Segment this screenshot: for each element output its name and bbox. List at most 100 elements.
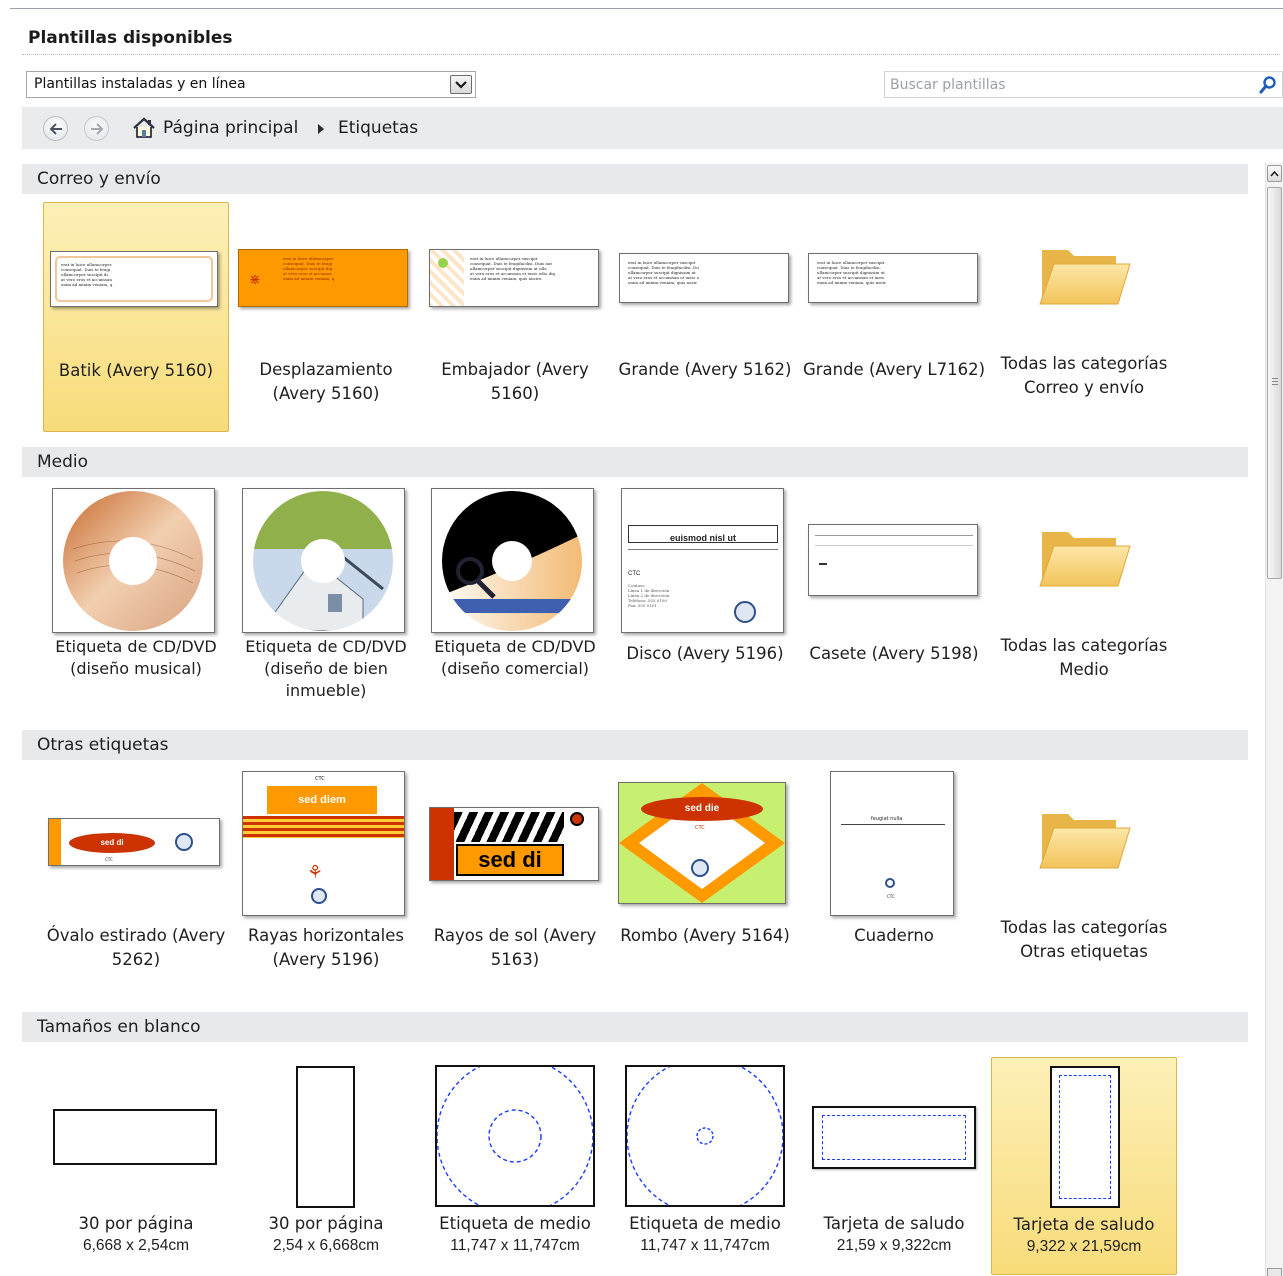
template-label: Todas las categorías Correo y envío [1000,354,1168,397]
label-thumbnail: erat in luice ullamcorper consequat. Dui… [50,251,218,307]
section-title: Tamaños en blanco [37,1017,201,1037]
template-tile[interactable]: 30 por página 6,668 x 2,54cm [43,1057,229,1275]
category-folder-tile[interactable]: Todas las categorías Otras etiquetas [991,768,1177,988]
search-placeholder: Buscar plantillas [890,77,1006,93]
template-size: 11,747 x 11,747cm [450,1237,580,1254]
home-icon[interactable] [132,117,156,143]
forward-arrow-icon[interactable] [84,116,109,141]
template-label: Todas las categorías Medio [1000,636,1168,679]
template-tile[interactable]: Tarjeta de saludo 9,322 x 21,59cm [991,1057,1177,1275]
template-label: Desplazamiento (Avery 5160) [259,360,393,403]
template-tile[interactable]: sed die CTC Rombo (Avery 5164) [612,768,798,988]
blank-thumbnail [296,1066,355,1208]
template-source-value: Plantillas instaladas y en línea [34,76,246,92]
vertical-scrollbar[interactable] [1265,163,1283,1276]
breadcrumb-current: Etiquetas [338,118,419,138]
search-icon[interactable] [1258,75,1278,99]
template-tile[interactable]: erat in luice ullamcorper suscipit conse… [612,202,798,432]
thumb-company: CTC [628,571,641,577]
template-label: Etiqueta de CD/DVD (diseño musical) [55,637,217,678]
scroll-down-button[interactable] [1267,1268,1282,1276]
cassette-thumbnail [808,524,978,596]
blank-thumbnail [625,1057,785,1215]
template-label: Casete (Avery 5198) [809,644,979,663]
blank-thumbnail [812,1106,976,1169]
label-thumbnail: sed die CTC [618,782,786,904]
category-folder-tile[interactable]: Todas las categorías Correo y envío [991,202,1177,432]
template-label: Etiqueta de medio [439,1214,591,1233]
template-label: Grande (Avery L7162) [802,360,986,379]
template-label: Tarjeta de saludo [823,1214,965,1233]
section-header-correo: Correo y envío [22,164,1248,194]
template-tile[interactable]: erat in luice ullamcorper suscipit conse… [422,202,608,432]
template-tile[interactable]: CTC sed diem ⚘ Rayas horizontales (Avery… [233,768,419,988]
section-title: Medio [37,452,89,472]
section-header-medio: Medio [22,447,1248,477]
blank-thumbnail [1050,1066,1120,1208]
template-source-select[interactable]: Plantillas instaladas y en línea [26,71,476,98]
label-thumbnail: ⋇ erat in luice ullamcorper consequat. D… [238,249,408,307]
template-tile[interactable]: sed di CTC Óvalo estirado (Avery 5262) [43,768,229,988]
breadcrumb-home[interactable]: Página principal [163,118,298,138]
template-tile[interactable]: 30 por página 2,54 x 6,668cm [233,1057,419,1275]
template-tile[interactable]: Tarjeta de saludo 21,59 x 9,322cm [801,1057,987,1275]
template-tile[interactable]: sed di Rayos de sol (Avery 5163) [422,768,608,988]
template-tile[interactable]: erat in luice ullamcorper suscipit conse… [801,202,987,432]
scroll-thumb[interactable] [1267,187,1282,579]
template-tile[interactable]: erat in luice ullamcorper consequat. Dui… [43,202,229,432]
cd-thumbnail [52,488,215,633]
template-label: Etiqueta de medio [629,1214,781,1233]
folder-icon [1038,242,1132,312]
page-title: Plantillas disponibles [28,28,233,48]
label-thumbnail: erat in luice ullamcorper suscipit conse… [619,253,789,303]
template-label: Disco (Avery 5196) [626,644,784,663]
thumb-heading: sed di [456,844,564,876]
template-label: 30 por página [268,1214,384,1233]
template-label: Embajador (Avery 5160) [441,360,589,403]
template-tile[interactable]: euismod nisl ut CTC Contoso Línea 1 de d… [612,486,798,706]
category-folder-tile[interactable]: Todas las categorías Medio [991,486,1177,706]
template-tile[interactable]: Etiqueta de medio 11,747 x 11,747cm [612,1057,798,1275]
disk-thumbnail: euismod nisl ut CTC Contoso Línea 1 de d… [621,488,784,633]
thumb-heading: sed die [641,797,763,821]
label-thumbnail: erat in luice ullamcorper suscipit conse… [808,253,978,303]
breadcrumb-separator [318,124,324,134]
label-thumbnail: sed di [429,807,599,881]
section-title: Correo y envío [37,169,161,189]
template-tile[interactable]: Etiqueta de CD/DVD (diseño comercial) [422,486,608,706]
label-thumbnail: feugiat nulla CTC [830,771,954,916]
template-label: Tarjeta de saludo [1013,1215,1155,1234]
thumb-heading: sed diem [267,786,377,814]
template-label: Cuaderno [854,926,934,945]
folder-icon [1038,806,1132,876]
label-thumbnail: sed di CTC [48,818,220,866]
scroll-up-button[interactable] [1267,165,1282,182]
blank-thumbnail [53,1109,217,1165]
template-label: Rombo (Avery 5164) [620,926,790,945]
template-tile[interactable]: Etiqueta de CD/DVD (diseño de bien inmue… [233,486,419,706]
template-size: 21,59 x 9,322cm [836,1237,952,1254]
template-tile[interactable]: Etiqueta de CD/DVD (diseño musical) [43,486,229,706]
section-header-otras: Otras etiquetas [22,730,1248,760]
thumb-heading: sed di [69,833,155,853]
template-label: Etiqueta de CD/DVD (diseño comercial) [434,637,596,678]
template-tile[interactable]: Casete (Avery 5198) [801,486,987,706]
template-label: Rayos de sol (Avery 5163) [433,926,597,969]
chevron-down-icon[interactable] [450,75,472,94]
template-tile[interactable]: feugiat nulla CTC Cuaderno [801,768,987,988]
cd-thumbnail [431,488,594,633]
section-header-tamanos: Tamaños en blanco [22,1012,1248,1042]
template-size: 9,322 x 21,59cm [1026,1238,1142,1255]
thumb-company: CTC [105,857,113,862]
template-label: Óvalo estirado (Avery 5262) [46,926,226,969]
navigation-bar: Página principal Etiquetas [22,107,1283,149]
template-label: Etiqueta de CD/DVD (diseño de bien inmue… [245,637,407,700]
template-size: 6,668 x 2,54cm [83,1237,189,1254]
thumb-company: CTC [887,894,895,899]
template-tile[interactable]: Etiqueta de medio 11,747 x 11,747cm [422,1057,608,1275]
template-size: 11,747 x 11,747cm [640,1237,770,1254]
search-input[interactable]: Buscar plantillas [884,71,1283,98]
template-tile[interactable]: ⋇ erat in luice ullamcorper consequat. D… [233,202,419,432]
blank-thumbnail [435,1057,595,1215]
back-arrow-icon[interactable] [43,116,68,141]
